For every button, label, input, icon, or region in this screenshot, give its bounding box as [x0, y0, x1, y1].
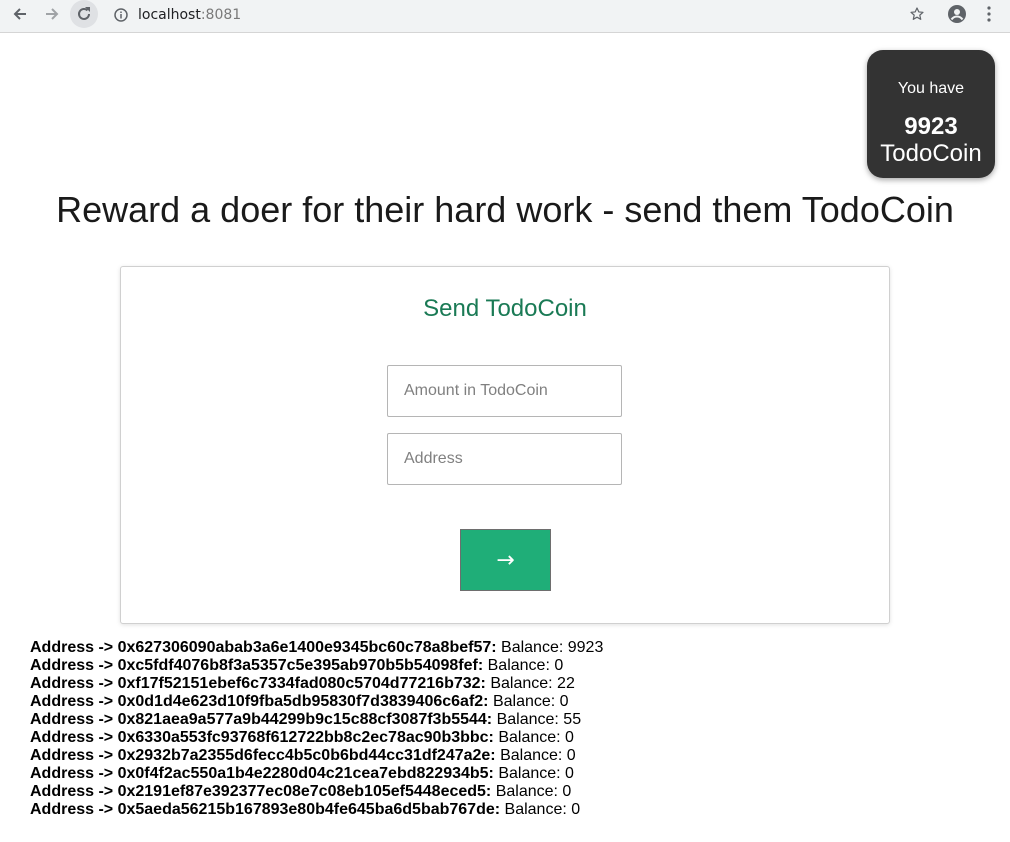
account-balance: Balance: 0: [500, 747, 576, 764]
account-balance: Balance: 55: [496, 711, 582, 728]
list-item: Address -> 0x2191ef87e392377ec08e7c08eb1…: [30, 783, 603, 801]
account-address: Address -> 0x2191ef87e392377ec08e7c08eb1…: [30, 783, 492, 800]
list-item: Address -> 0x6330a553fc93768f612722bb8c2…: [30, 729, 603, 747]
browser-toolbar: localhost:8081: [0, 0, 1010, 33]
balance-label: You have: [897, 80, 965, 97]
balance-card: You have 9923 TodoCoin: [867, 50, 995, 178]
send-button[interactable]: →: [460, 529, 551, 591]
list-item: Address -> 0xc5fdf4076b8f3a5357c5e395ab9…: [30, 657, 603, 675]
bookmark-star-icon[interactable]: [905, 0, 929, 28]
account-icon[interactable]: [945, 0, 969, 28]
page-title: Reward a doer for their hard work - send…: [56, 189, 954, 230]
balance-amount: 9923: [904, 113, 958, 140]
send-form: Send TodoCoin →: [120, 266, 890, 624]
account-balance: Balance: 22: [490, 675, 575, 692]
list-item: Address -> 0x5aeda56215b167893e80b4fe645…: [30, 801, 603, 819]
account-list: Address -> 0x627306090abab3a6e1400e9345b…: [30, 639, 603, 819]
reload-button[interactable]: [70, 0, 98, 28]
balance-unit: TodoCoin: [880, 140, 982, 167]
account-balance: Balance: 0: [495, 783, 572, 800]
list-item: Address -> 0x2932b7a2355d6fecc4b5c0b6bd4…: [30, 747, 603, 765]
account-address: Address -> 0x0f4f2ac550a1b4e2280d04c21ce…: [30, 765, 494, 782]
reload-icon: [78, 7, 90, 20]
list-item: Address -> 0x821aea9a577a9b44299b9c15c88…: [30, 711, 603, 729]
list-item: Address -> 0x627306090abab3a6e1400e9345b…: [30, 639, 603, 657]
address-input[interactable]: [387, 433, 622, 485]
url-host: localhost: [138, 7, 201, 23]
forward-button[interactable]: [38, 0, 66, 28]
amount-input[interactable]: [387, 365, 622, 417]
list-item: Address -> 0xf17f52151ebef6c7334fad080c5…: [30, 675, 603, 693]
account-balance: Balance: 0: [498, 765, 574, 782]
back-button[interactable]: [6, 0, 34, 28]
account-balance: Balance: 0: [492, 693, 569, 710]
account-balance: Balance: 9923: [501, 639, 604, 656]
account-address: Address -> 0x0d1d4e623d10f9fba5db95830f7…: [30, 693, 489, 710]
form-title: Send TodoCoin: [423, 295, 587, 322]
account-address: Address -> 0x627306090abab3a6e1400e9345b…: [30, 639, 497, 656]
account-balance: Balance: 0: [487, 657, 564, 674]
account-address: Address -> 0x2932b7a2355d6fecc4b5c0b6bd4…: [30, 747, 496, 764]
arrow-left-icon: [13, 8, 26, 20]
account-address: Address -> 0x6330a553fc93768f612722bb8c2…: [30, 729, 494, 746]
list-item: Address -> 0x0d1d4e623d10f9fba5db95830f7…: [30, 693, 603, 711]
list-item: Address -> 0x0f4f2ac550a1b4e2280d04c21ce…: [30, 765, 603, 783]
account-address: Address -> 0xc5fdf4076b8f3a5357c5e395ab9…: [30, 657, 484, 674]
account-address: Address -> 0x5aeda56215b167893e80b4fe645…: [30, 801, 501, 818]
account-address: Address -> 0x821aea9a577a9b44299b9c15c88…: [30, 711, 493, 728]
arrow-right-icon: [46, 8, 59, 20]
account-balance: Balance: 0: [498, 729, 574, 746]
account-address: Address -> 0xf17f52151ebef6c7334fad080c5…: [30, 675, 486, 692]
url-port: :8081: [200, 7, 242, 23]
account-balance: Balance: 0: [504, 801, 581, 818]
menu-dots-icon[interactable]: [977, 0, 1001, 28]
address-bar[interactable]: localhost:8081: [114, 5, 241, 25]
info-icon[interactable]: [114, 8, 128, 22]
